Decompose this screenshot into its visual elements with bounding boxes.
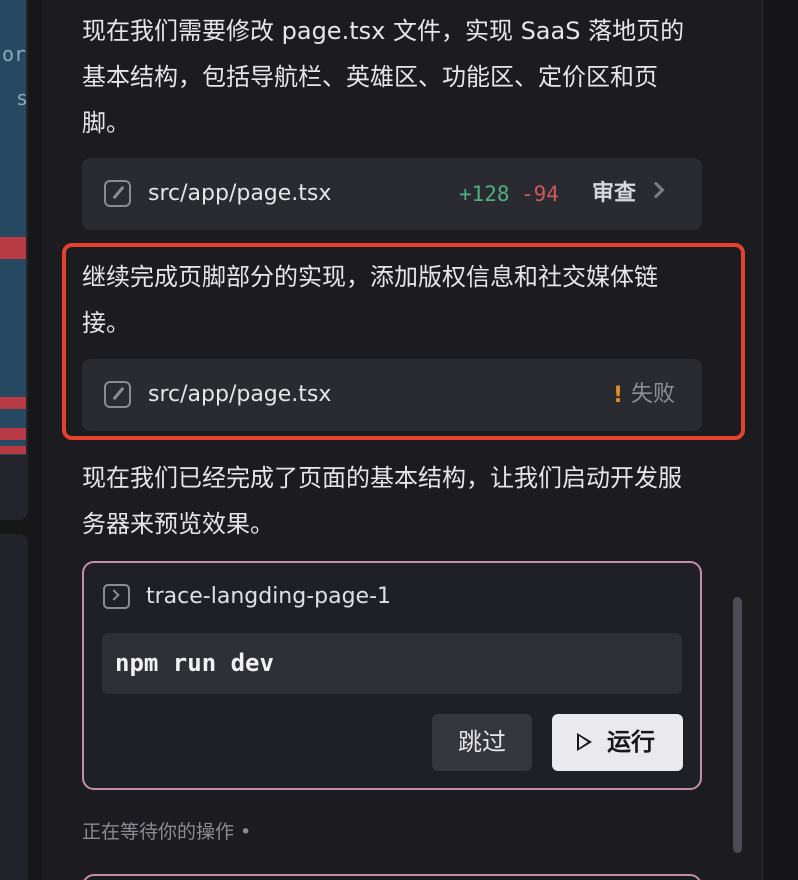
code-selection-area [0,0,26,455]
code-fragment: or [2,42,27,66]
chevron-right-icon [647,181,665,199]
terminal-name: trace-langding-page-1 [146,584,392,609]
assistant-message-3: 现在我们已经完成了页面的基本结构，让我们启动开发服务器来预览效果。 [82,464,682,538]
scrollbar-thumb[interactable] [733,597,742,853]
left-lower-panel [0,534,28,880]
assistant-message-1: 现在我们需要修改 page.tsx 文件，实现 SaaS 落地页的基本结构，包括… [82,17,685,137]
play-icon [577,733,592,751]
diff-marker [0,428,26,440]
diff-marker [0,237,26,259]
run-button-label: 运行 [607,728,655,756]
run-button[interactable]: 运行 [552,714,683,771]
deletions-count: -94 [521,182,559,206]
command-text: npm run dev [115,649,274,677]
file-name: src/app/page.tsx [148,181,332,206]
left-editor-preview: or s [0,0,28,520]
additions-count: +128 [459,182,510,206]
edit-file-icon [104,180,131,207]
code-fragment: s [16,86,28,110]
waiting-status: 正在等待你的操作 • [82,821,252,843]
review-button[interactable]: 审查 [592,178,636,210]
file-edit-card[interactable]: src/app/page.tsx +128 -94 审查 [82,158,702,230]
diff-marker [0,446,26,454]
terminal-command-card: trace-langding-page-1 npm run dev 跳过 运行 [82,561,702,790]
highlight-annotation [62,243,745,440]
next-card-edge [82,874,702,880]
terminal-icon [103,584,130,609]
right-gutter [763,0,798,880]
diff-marker [0,397,26,409]
skip-button[interactable]: 跳过 [432,714,532,771]
command-box: npm run dev [102,633,682,694]
